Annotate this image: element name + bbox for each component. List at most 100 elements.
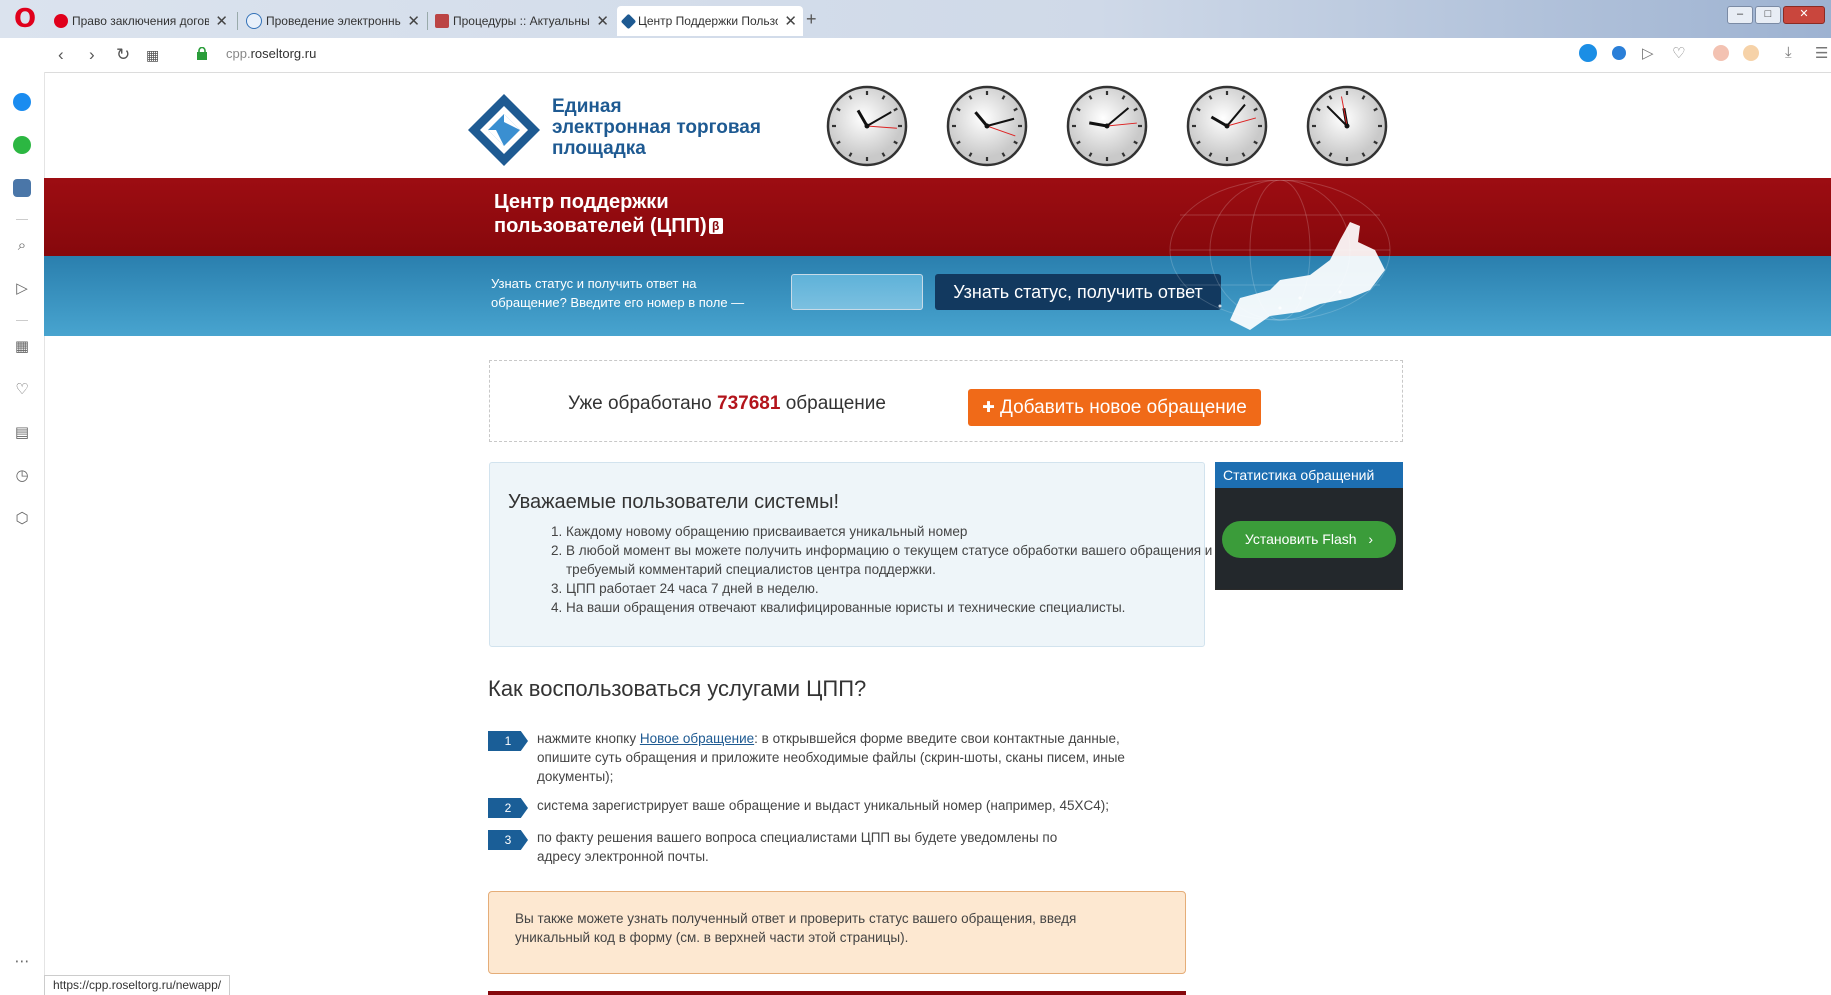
notice-item: В любой момент вы можете получить информ… — [566, 541, 1216, 579]
tab-4-active[interactable]: Центр Поддержки Пользо ✕ — [617, 6, 803, 36]
news-icon[interactable]: ▤ — [13, 424, 31, 442]
sidebar-divider — [16, 320, 28, 321]
install-flash-button[interactable]: Установить Flash › — [1222, 521, 1396, 558]
russia-map-icon — [1169, 180, 1391, 330]
close-icon[interactable]: ✕ — [407, 12, 420, 30]
heart-icon[interactable]: ♡ — [1672, 44, 1685, 62]
status-question-line: обращение? Введите его номер в поле — — [491, 295, 745, 310]
status-bar-url: https://cpp.roseltorg.ru/newapp/ — [44, 975, 231, 995]
step-1-text: нажмите кнопку Новое обращение: в открыв… — [537, 729, 1167, 786]
lock-icon[interactable] — [196, 46, 208, 60]
opera-sidebar — [0, 72, 45, 995]
counter-value: 737681 — [717, 393, 781, 414]
site-logo-icon — [620, 13, 637, 29]
whatsapp-icon[interactable] — [13, 136, 31, 154]
close-icon[interactable]: ✕ — [784, 12, 797, 30]
clock-face-icon — [946, 85, 1028, 167]
minimize-icon[interactable]: – — [1727, 6, 1753, 24]
url-domain: roseltorg.ru — [250, 46, 317, 61]
extension-icon[interactable] — [1743, 45, 1759, 61]
vk-icon[interactable] — [13, 179, 31, 197]
tab-2[interactable]: Проведение электронных ✕ — [240, 6, 426, 36]
extensions-icon[interactable]: ⬡ — [13, 510, 31, 528]
url-prefix: cpp. — [226, 46, 251, 61]
notice-list: Каждому новому обращению присваивается у… — [530, 522, 1216, 617]
etp-logo-text: Единая электронная торговая площадка — [552, 96, 761, 159]
logo-line: электронная торговая — [552, 117, 761, 138]
url-field[interactable]: cpp.roseltorg.ru — [226, 46, 316, 61]
back-icon[interactable]: ‹ — [58, 45, 64, 65]
section-divider — [488, 991, 1186, 995]
opera-menu-icon[interactable]: O — [14, 6, 38, 32]
window-controls: – □ ✕ — [1727, 6, 1825, 24]
logo-line: площадка — [552, 138, 646, 159]
add-request-label: Добавить новое обращение — [1000, 397, 1247, 418]
beta-badge: β — [708, 218, 723, 234]
clock-face-icon — [1066, 85, 1148, 167]
menu-icon[interactable]: ☰ — [1815, 44, 1828, 62]
more-icon[interactable]: ⋯ — [13, 953, 31, 971]
step-number: 1 — [488, 731, 528, 751]
notice-item: Каждому новому обращению присваивается у… — [566, 522, 1216, 541]
extension-icon[interactable] — [1713, 45, 1729, 61]
step-2-text: система зарегистрирует ваше обращение и … — [537, 798, 1110, 813]
chevron-right-icon: › — [1368, 531, 1374, 547]
close-icon[interactable]: ✕ — [215, 12, 228, 30]
notice-item: На ваши обращения отвечают квалифицирова… — [566, 598, 1216, 617]
tab-3[interactable]: Процедуры :: Актуальные ✕ — [429, 6, 615, 36]
maximize-icon[interactable]: □ — [1755, 6, 1781, 24]
processed-counter: Уже обработано 737681 обращение — [568, 393, 886, 415]
stats-heading: Статистика обращений — [1215, 462, 1403, 488]
step-number: 3 — [488, 830, 528, 850]
sidebar-divider — [16, 219, 28, 220]
tip-text: Вы также можете узнать полученный ответ … — [515, 911, 1077, 945]
download-icon[interactable]: ⤓ — [1785, 44, 1792, 61]
tab-1[interactable]: Право заключения догово ✕ — [48, 6, 234, 36]
new-request-link[interactable]: Новое обращение — [640, 731, 754, 746]
header-red-band — [44, 178, 1831, 256]
step-3-text: по факту решения вашего вопроса специали… — [537, 830, 1058, 864]
close-window-icon[interactable]: ✕ — [1783, 6, 1825, 24]
status-question-line: Узнать статус и получить ответ на — [491, 276, 697, 291]
speed-dial-icon[interactable]: ▦ — [13, 338, 31, 356]
clock-face-icon — [1186, 85, 1268, 167]
install-flash-label: Установить Flash — [1244, 531, 1357, 547]
send-icon[interactable]: ▷ — [13, 280, 31, 298]
send-icon[interactable]: ▷ — [1642, 44, 1654, 62]
etp-logo-icon — [468, 94, 540, 166]
reload-icon[interactable]: ↻ — [116, 45, 130, 65]
close-icon[interactable]: ✕ — [596, 12, 609, 30]
cpp-title-line: Центр поддержки — [494, 191, 669, 213]
search-icon[interactable]: ⌕ — [13, 237, 31, 255]
step-number: 2 — [488, 798, 528, 818]
camera-icon[interactable] — [1579, 44, 1597, 62]
globe-icon — [246, 13, 262, 29]
counter-suffix: обращение — [785, 393, 886, 414]
red-dot-icon — [54, 14, 68, 28]
vpn-icon[interactable] — [1612, 46, 1626, 60]
notice-heading: Уважаемые пользователи системы! — [508, 491, 839, 513]
howto-heading: Как воспользоваться услугами ЦПП? — [488, 676, 867, 701]
step-text-part: нажмите кнопку — [537, 731, 640, 746]
forward-icon[interactable]: › — [89, 45, 95, 65]
tab-label: Центр Поддержки Пользо — [638, 14, 779, 28]
tab-label: Право заключения догово — [72, 14, 210, 28]
clock-face-icon — [1306, 85, 1388, 167]
tab-label: Проведение электронных — [266, 14, 402, 28]
tab-divider — [237, 12, 238, 30]
history-icon[interactable]: ◷ — [13, 467, 31, 485]
notice-item: ЦПП работает 24 часа 7 дней в неделю. — [566, 579, 1216, 598]
status-question: Узнать статус и получить ответ на обраще… — [491, 274, 744, 312]
add-request-button[interactable]: ✚ Добавить новое обращение — [968, 389, 1261, 426]
messenger-icon[interactable] — [13, 93, 31, 111]
ticket-number-input[interactable] — [791, 274, 923, 310]
speed-dial-icon[interactable]: ▦ — [146, 47, 159, 64]
counter-prefix: Уже обработано — [568, 393, 712, 414]
tab-label: Процедуры :: Актуальные — [453, 14, 591, 28]
new-request-icon: ✚ — [982, 399, 995, 416]
tool-icon — [435, 14, 449, 28]
clock-face-icon — [826, 85, 908, 167]
logo-line: Единая — [552, 96, 622, 117]
heart-icon[interactable]: ♡ — [13, 381, 31, 399]
new-tab-icon[interactable]: + — [806, 9, 817, 30]
